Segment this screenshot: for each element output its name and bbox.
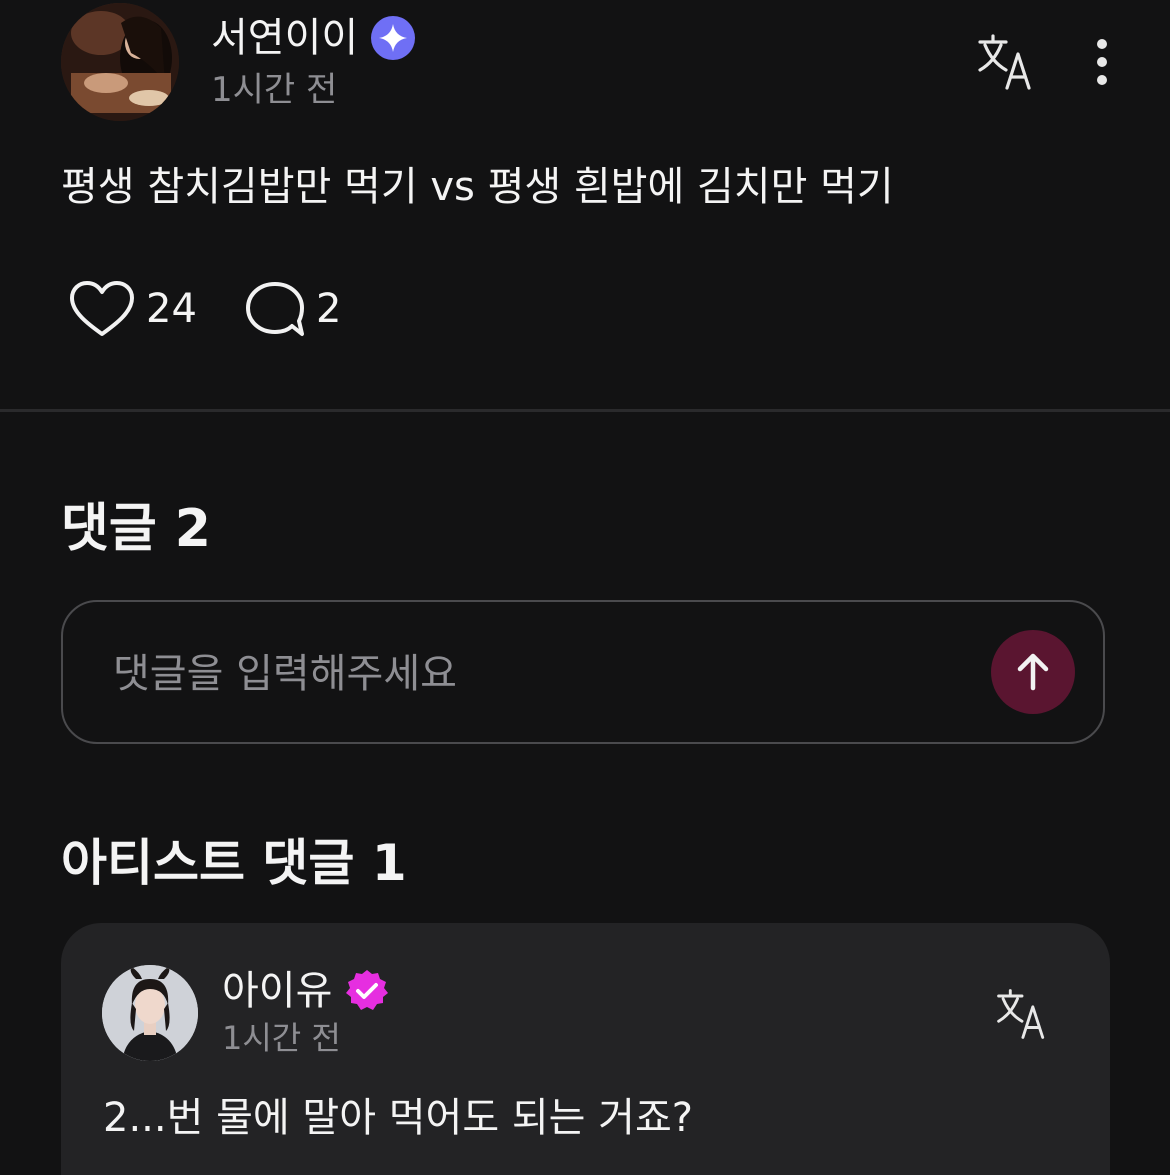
check-badge-icon [346, 970, 389, 1010]
translate-icon[interactable] [976, 32, 1036, 92]
heart-icon [70, 281, 134, 336]
comments-title: 댓글 2 [61, 499, 211, 559]
sparkle-badge-icon [371, 16, 416, 60]
post-body: 평생 참치김밥만 먹기 vs 평생 흰밥에 김치만 먹기 [61, 164, 894, 210]
artist-comment-time: 1시간 전 [222, 1019, 341, 1057]
comment-input[interactable] [111, 638, 935, 710]
avatar-image [61, 3, 179, 121]
author-name[interactable]: 서연이이 [211, 12, 358, 64]
like-button[interactable]: 24 [68, 280, 197, 338]
speech-bubble-icon [246, 282, 304, 336]
arrow-up-icon [1017, 653, 1049, 691]
post-time: 1시간 전 [211, 70, 338, 110]
artist-name-row: 아이유 [222, 965, 390, 1017]
author-avatar[interactable] [61, 3, 179, 121]
translate-icon[interactable] [995, 987, 1049, 1041]
comment-input-box [61, 600, 1105, 744]
more-vertical-icon[interactable] [1084, 36, 1120, 90]
send-button[interactable] [991, 630, 1075, 714]
comment-button[interactable]: 2 [244, 280, 341, 338]
post-detail-screen: 서연이이 1시간 전 평생 참치김밥만 먹기 vs 평생 흰밥에 김치만 먹기 [0, 0, 1170, 1175]
artist-comment-card[interactable]: 아이유 1시간 전 2...번 물에 말아 먹어도 되는 거죠? [61, 923, 1110, 1175]
section-divider [0, 409, 1170, 412]
comment-count: 2 [316, 286, 342, 332]
artist-avatar[interactable] [102, 965, 198, 1061]
artist-name[interactable]: 아이유 [222, 965, 332, 1017]
author-row: 서연이이 [211, 12, 416, 64]
artist-avatar-image [102, 965, 198, 1061]
artist-comments-title: 아티스트 댓글 1 [61, 834, 407, 892]
like-count: 24 [146, 286, 197, 332]
artist-comment-text: 2...번 물에 말아 먹어도 되는 거죠? [103, 1095, 693, 1141]
